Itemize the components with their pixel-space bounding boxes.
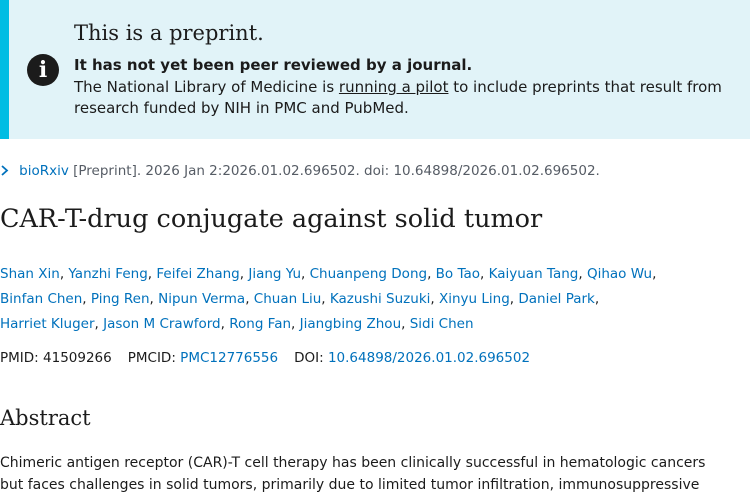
author-separator: , xyxy=(401,316,410,332)
author-separator: , xyxy=(301,266,310,282)
pmcid-link[interactable]: PMC12776556 xyxy=(180,350,278,366)
abstract-line-2: but faces challenges in solid tumors, pr… xyxy=(0,477,700,493)
author-link[interactable]: Jason M Crawford xyxy=(103,316,221,332)
notice-text-line2: research funded by NIH in PMC and PubMed… xyxy=(74,99,409,117)
author-link[interactable]: Jiangbing Zhou xyxy=(300,316,402,332)
author-link[interactable]: Shan Xin xyxy=(0,266,60,282)
author-list: Shan Xin, Yanzhi Feng, Feifei Zhang, Jia… xyxy=(0,262,750,337)
article-identifiers: PMID: 41509266 PMCID: PMC12776556 DOI: 10.… xyxy=(0,350,530,366)
author-separator: , xyxy=(220,316,230,332)
author-link[interactable]: Daniel Park xyxy=(518,291,595,307)
author-link[interactable]: Sidi Chen xyxy=(410,316,474,332)
citation-text: [Preprint]. 2026 Jan 2:2026.01.02.696502… xyxy=(68,163,600,179)
author-separator: , xyxy=(578,266,587,282)
author-link[interactable]: Kazushi Suzuki xyxy=(330,291,431,307)
author-link[interactable]: Yanzhi Feng xyxy=(68,266,147,282)
doi-label: DOI: xyxy=(294,350,328,366)
author-link[interactable]: Harriet Kluger xyxy=(0,316,95,332)
author-link[interactable]: Nipun Verma xyxy=(158,291,245,307)
abstract-text: Chimeric antigen receptor (CAR)-T cell t… xyxy=(0,452,750,496)
pmid-value: 41509266 xyxy=(43,350,112,366)
author-line-1: Shan Xin, Yanzhi Feng, Feifei Zhang, Jia… xyxy=(0,262,750,287)
notice-text-start: The National Library of Medicine is xyxy=(74,78,339,96)
preprint-notice-subtitle: It has not yet been peer reviewed by a j… xyxy=(74,56,473,74)
author-separator: , xyxy=(245,291,254,307)
author-separator: , xyxy=(149,291,159,307)
chevron-right-icon[interactable] xyxy=(0,164,13,179)
pmid-label: PMID: xyxy=(0,350,44,366)
author-separator: , xyxy=(652,266,657,282)
author-separator: , xyxy=(94,316,104,332)
author-line-3: Harriet Kluger, Jason M Crawford, Rong F… xyxy=(0,312,750,337)
info-icon: i xyxy=(27,54,59,86)
author-link[interactable]: Kaiyuan Tang xyxy=(489,266,579,282)
abstract-heading: Abstract xyxy=(0,406,91,430)
notice-text-end: to include preprints that result from xyxy=(448,78,722,96)
author-separator: , xyxy=(427,266,436,282)
author-line-2: Binfan Chen, Ping Ren, Nipun Verma, Chua… xyxy=(0,287,750,312)
running-a-pilot-link[interactable]: running a pilot xyxy=(339,78,449,96)
doi-link[interactable]: 10.64898/2026.01.02.696502 xyxy=(328,350,530,366)
author-separator: , xyxy=(321,291,330,307)
author-link[interactable]: Jiang Yu xyxy=(248,266,301,282)
author-separator: , xyxy=(480,266,489,282)
pmcid-label: PMCID: xyxy=(127,350,181,366)
author-separator: , xyxy=(82,291,91,307)
author-link[interactable]: Rong Fan xyxy=(229,316,291,332)
author-link[interactable]: Feifei Zhang xyxy=(156,266,239,282)
citation-line: bioRxiv [Preprint]. 2026 Jan 2:2026.01.0… xyxy=(0,163,600,179)
author-link[interactable]: Binfan Chen xyxy=(0,291,82,307)
preprint-notice-text: The National Library of Medicine is runn… xyxy=(74,77,744,119)
preprint-notice-title: This is a preprint. xyxy=(74,21,264,45)
preprint-notice-banner: i This is a preprint. It has not yet bee… xyxy=(0,0,750,139)
author-link[interactable]: Bo Tao xyxy=(436,266,480,282)
author-link[interactable]: Ping Ren xyxy=(91,291,150,307)
author-link[interactable]: Chuanpeng Dong xyxy=(310,266,427,282)
author-separator: , xyxy=(594,291,600,307)
abstract-line-1: Chimeric antigen receptor (CAR)-T cell t… xyxy=(0,455,706,471)
biorxiv-source-link[interactable]: bioRxiv xyxy=(19,163,69,179)
author-link[interactable]: Xinyu Ling xyxy=(439,291,510,307)
article-title: CAR-T-drug conjugate against solid tumor xyxy=(0,204,543,234)
author-separator: , xyxy=(430,291,439,307)
author-link[interactable]: Qihao Wu xyxy=(587,266,652,282)
author-separator: , xyxy=(291,316,300,332)
author-link[interactable]: Chuan Liu xyxy=(254,291,322,307)
